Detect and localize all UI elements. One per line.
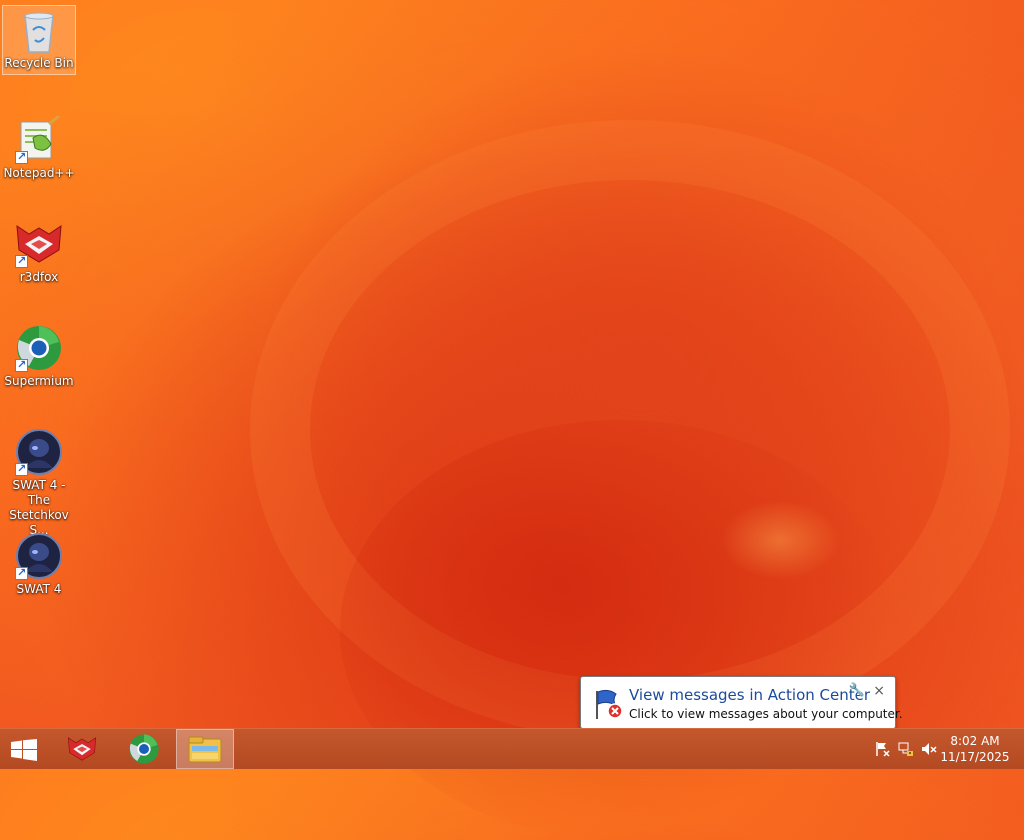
recycle-bin-icon: [19, 10, 59, 54]
desktop-icon-label: Supermium: [4, 374, 74, 388]
taskbar-r3dfox-button[interactable]: [54, 730, 110, 768]
system-clock[interactable]: 8:02 AM 11/17/2025: [940, 733, 1010, 765]
start-button[interactable]: [0, 730, 48, 768]
shortcut-arrow-icon: [15, 253, 28, 268]
notification-title[interactable]: View messages in Action Center: [629, 686, 870, 704]
notification-text: Click to view messages about your comput…: [629, 707, 903, 721]
desktop-icon-swat4[interactable]: SWAT 4: [3, 528, 75, 597]
swat4-icon: [15, 532, 63, 580]
desktop-icon-label: r3dfox: [19, 270, 59, 284]
taskbar-file-explorer-button[interactable]: [176, 729, 234, 769]
supermium-icon: [15, 324, 63, 372]
shortcut-arrow-icon: [15, 149, 28, 164]
network-icon[interactable]: [898, 741, 914, 757]
wallpaper-highlight: [720, 500, 840, 580]
supermium-icon: [128, 733, 160, 769]
volume-muted-icon[interactable]: [921, 741, 937, 757]
desktop-icon-label: Notepad++: [3, 166, 75, 180]
notepad-plus-plus-icon: [15, 114, 63, 164]
notification-close-button[interactable]: ×: [873, 683, 885, 699]
desktop-icon-notepad-plus-plus[interactable]: Notepad++: [3, 112, 75, 181]
desktop-icon-r3dfox[interactable]: r3dfox: [3, 216, 75, 285]
wrench-icon: 🔧: [848, 683, 865, 698]
action-center-notification[interactable]: View messages in Action Center Click to …: [580, 676, 903, 742]
swat4-expansion-icon: [15, 428, 63, 476]
clock-time: 8:02 AM: [950, 734, 1000, 748]
wallpaper-swirl-outer: [250, 120, 1010, 740]
windows-start-icon: [11, 739, 37, 765]
desktop-icon-supermium[interactable]: Supermium: [3, 320, 75, 389]
shortcut-arrow-icon: [15, 357, 28, 372]
desktop-icon-label: SWAT 4: [16, 582, 62, 596]
action-center-flag-icon[interactable]: [874, 741, 890, 757]
desktop-icon-label: Recycle Bin: [4, 56, 74, 70]
clock-date: 11/17/2025: [940, 750, 1010, 764]
r3dfox-icon: [65, 734, 99, 768]
shortcut-arrow-icon: [15, 565, 28, 580]
action-center-flag-icon: [591, 687, 625, 721]
file-explorer-icon: [188, 735, 222, 767]
shortcut-arrow-icon: [15, 461, 28, 476]
desktop-icon-recycle-bin[interactable]: Recycle Bin: [2, 5, 76, 75]
taskbar: 8:02 AM 11/17/2025: [0, 728, 1024, 769]
desktop-icon-swat4-stetchkov[interactable]: SWAT 4 - The Stetchkov S...: [3, 424, 75, 538]
r3dfox-icon: [15, 220, 63, 268]
taskbar-supermium-button[interactable]: [116, 730, 172, 768]
wallpaper-swirl-inner: [340, 420, 900, 840]
